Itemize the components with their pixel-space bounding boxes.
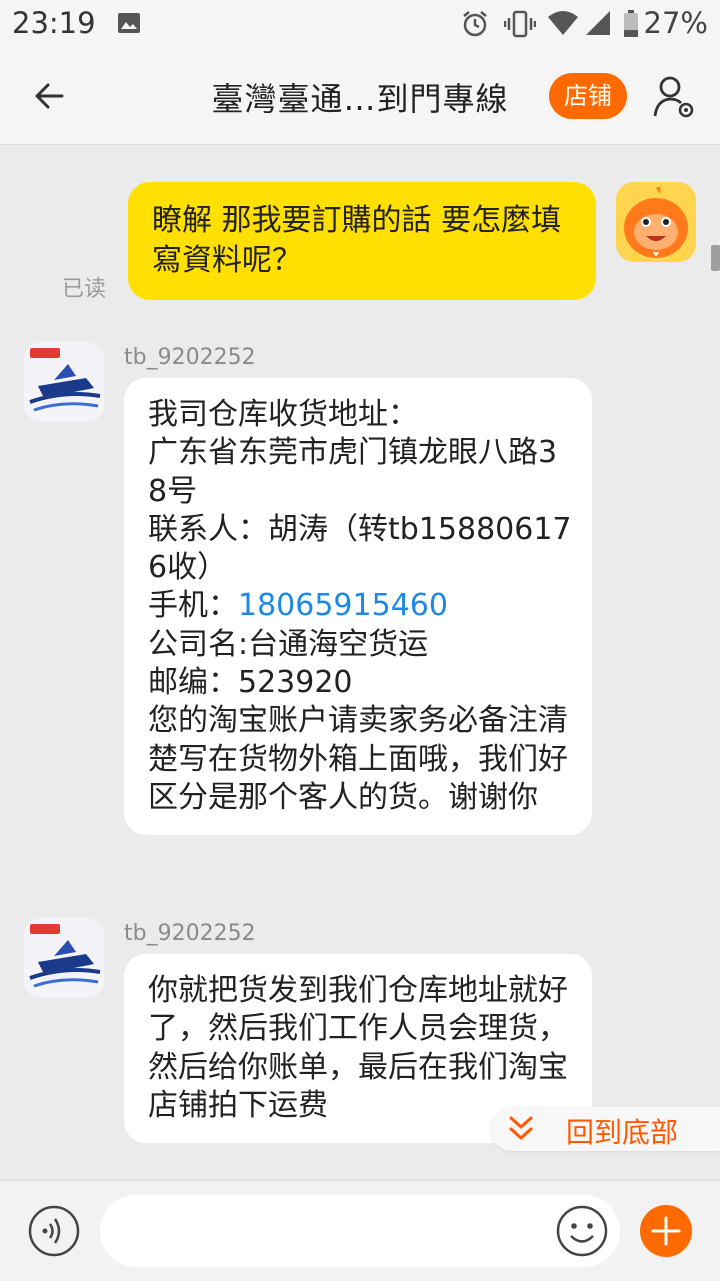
plus-icon xyxy=(651,1216,681,1246)
scrollbar-thumb[interactable] xyxy=(711,245,720,271)
phone-number-link[interactable]: 18065915460 xyxy=(238,588,448,623)
jump-to-bottom-label: 回到底部 xyxy=(566,1116,679,1149)
message-line: 手机：18065915460 xyxy=(148,587,572,625)
sender-name: tb_9202252 xyxy=(124,921,256,946)
message-line: 公司名:台通海空货运 xyxy=(148,626,429,662)
ship-logo-icon xyxy=(24,918,104,998)
phone-label: 手机： xyxy=(148,588,238,624)
message-line: 联系人：胡涛（转tb158806176收） xyxy=(148,511,572,586)
jump-to-bottom-button[interactable]: 回到底部 xyxy=(490,1107,720,1151)
message-input[interactable] xyxy=(100,1195,620,1267)
battery-percent: 27% xyxy=(643,6,708,40)
message-line: 我司仓库收货地址： xyxy=(148,397,418,432)
back-arrow-icon[interactable] xyxy=(28,74,72,118)
alarm-icon xyxy=(463,11,487,37)
status-time: 23:19 xyxy=(12,6,96,40)
message-line: 广东省东莞市虎门镇龙眼八路38号 xyxy=(148,435,558,509)
chat-title: 臺灣臺通…到門專線 xyxy=(211,80,509,118)
voice-input-icon[interactable] xyxy=(28,1205,80,1257)
more-options-button[interactable] xyxy=(640,1205,692,1257)
shop-avatar[interactable] xyxy=(24,342,104,422)
my-avatar[interactable] xyxy=(616,182,696,262)
emoji-icon[interactable] xyxy=(556,1205,608,1257)
read-status-label: 已读 xyxy=(62,277,107,302)
chat-header: 臺灣臺通…到門專線 店铺 xyxy=(0,48,720,145)
message-line: 邮编：523920 xyxy=(148,665,353,701)
vibrate-icon xyxy=(504,10,536,38)
input-bar xyxy=(0,1180,720,1281)
user-settings-icon[interactable] xyxy=(652,74,696,120)
battery-icon xyxy=(624,10,638,37)
shop-avatar[interactable] xyxy=(24,918,104,998)
double-chevron-down-icon xyxy=(509,1116,533,1140)
sender-name: tb_9202252 xyxy=(124,345,256,370)
message-line: 您的淘宝账户请卖家务必备注清楚写在货物外箱上面哦，我们好区分是那个客人的货。谢谢… xyxy=(148,703,568,815)
chat-message-list[interactable]: 瞭解 那我要訂購的話 要怎麼填寫資料呢？ 已读 tb_9202252 我司仓库收… xyxy=(0,145,720,1180)
image-icon xyxy=(118,13,140,33)
wifi-icon xyxy=(548,11,578,35)
incoming-message-bubble[interactable]: 我司仓库收货地址： 广东省东莞市虎门镇龙眼八路38号 联系人：胡涛（转tb158… xyxy=(124,378,592,836)
signal-icon xyxy=(586,11,610,35)
shop-button[interactable]: 店铺 xyxy=(549,73,627,119)
ship-logo-icon xyxy=(24,342,104,422)
status-bar: 23:19 27% xyxy=(0,0,720,48)
mascot-icon xyxy=(616,182,696,262)
outgoing-message-bubble[interactable]: 瞭解 那我要訂購的話 要怎麼填寫資料呢？ xyxy=(128,182,596,300)
